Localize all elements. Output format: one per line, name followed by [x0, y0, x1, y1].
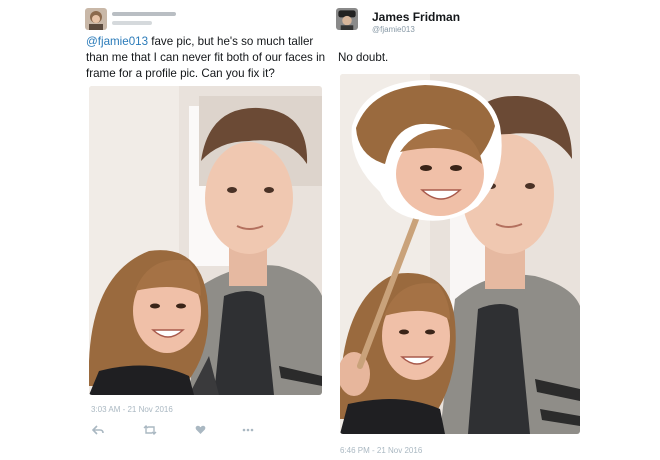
tweet-text: No doubt.	[338, 51, 389, 64]
tweet-actions	[91, 422, 254, 438]
like-icon[interactable]	[193, 422, 207, 438]
retweet-icon[interactable]	[142, 422, 158, 438]
redacted-username	[112, 12, 176, 16]
more-icon[interactable]	[241, 422, 255, 438]
user-avatar[interactable]	[336, 8, 358, 30]
user-handle[interactable]: @fjamie013	[372, 25, 415, 34]
tweet-photo[interactable]	[89, 86, 322, 395]
user-avatar[interactable]	[85, 8, 107, 30]
tweet-photo[interactable]	[340, 74, 580, 434]
user-name[interactable]: James Fridman	[372, 10, 460, 24]
reply-icon[interactable]	[91, 422, 105, 438]
tweet-timestamp[interactable]: 3:03 AM - 21 Nov 2016	[91, 405, 173, 414]
redacted-handle	[112, 21, 152, 25]
tweet-timestamp[interactable]: 6:46 PM - 21 Nov 2016	[340, 446, 422, 455]
mention-link[interactable]: @fjamie013	[86, 35, 148, 48]
tweet-text: @fjamie013 fave pic, but he's so much ta…	[86, 34, 330, 82]
